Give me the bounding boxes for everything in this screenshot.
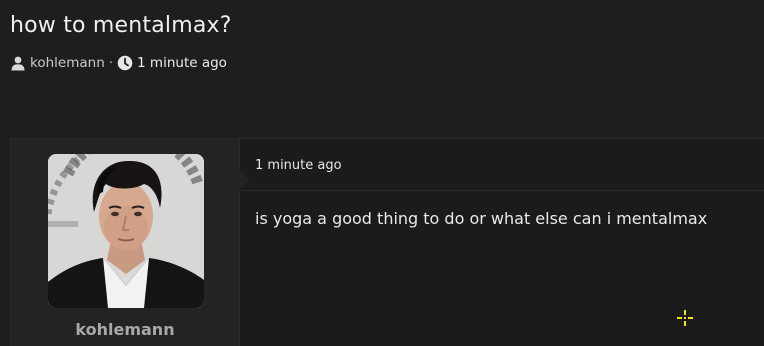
post-timestamp[interactable]: 1 minute ago <box>255 158 342 173</box>
post: kohlemann 1 minute ago is yoga a good th… <box>10 138 764 346</box>
thread-meta: kohlemann · 1 minute ago <box>10 53 227 73</box>
post-body: 1 minute ago is yoga a good thing to do … <box>240 139 764 346</box>
thread-title: how to mentalmax? <box>10 13 232 38</box>
move-cursor-icon <box>676 309 694 327</box>
post-user-cell: kohlemann <box>11 139 250 346</box>
thread-time-link[interactable]: 1 minute ago <box>137 55 227 71</box>
thread-author-link[interactable]: kohlemann <box>30 55 105 71</box>
post-divider <box>240 190 764 191</box>
user-icon <box>10 55 26 71</box>
clock-icon <box>117 55 133 71</box>
meta-separator: · <box>108 55 114 71</box>
post-username[interactable]: kohlemann <box>11 320 239 339</box>
post-content: is yoga a good thing to do or what else … <box>255 209 708 228</box>
thread-page: how to mentalmax? kohlemann · 1 minute a… <box>0 0 764 346</box>
avatar[interactable] <box>48 154 204 308</box>
